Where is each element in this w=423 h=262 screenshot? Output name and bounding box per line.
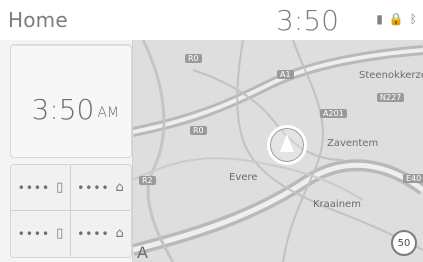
navigation-arrow-icon[interactable] — [267, 125, 307, 165]
tile-dots: •••• — [17, 226, 51, 241]
top-bar: Home 3:50 ▮ 🔒 ᛒ — [0, 0, 423, 41]
speed-limit-badge: 50 — [391, 230, 417, 256]
clock-card[interactable]: 3:50 AM — [10, 44, 132, 158]
tile-dots: •••• — [77, 180, 110, 195]
home-icon: ⌂ — [115, 180, 124, 195]
phone-icon: ▯ — [56, 226, 64, 241]
bluetooth-icon: ᛒ — [409, 12, 417, 26]
clock-ampm: AM — [97, 105, 119, 121]
road-label: R0 — [190, 126, 207, 135]
clock-time: 3:50 AM — [31, 93, 119, 126]
signal-icon: ▮ — [376, 12, 383, 26]
home-screen: Home 3:50 ▮ 🔒 ᛒ 3:50 AM •••• ▯ •••• ⌂ •••… — [0, 0, 423, 262]
tile-dots: •••• — [17, 180, 51, 195]
left-panel: 3:50 AM •••• ▯ •••• ⌂ •••• ▯ •••• ⌂ — [0, 40, 133, 262]
road-label: R0 — [185, 54, 202, 63]
page-title: Home — [8, 8, 68, 32]
road-label: E40 — [403, 174, 423, 183]
place-label: Zaventem — [327, 138, 379, 149]
shortcut-grid: •••• ▯ •••• ⌂ •••• ▯ •••• ⌂ — [10, 164, 132, 258]
phone-icon: ▯ — [56, 180, 64, 195]
place-label: Steenokkerzeel — [359, 70, 423, 81]
tile-dots: •••• — [77, 226, 110, 241]
status-time: 3:50 — [276, 4, 339, 37]
road-label: R2 — [139, 176, 156, 185]
place-label: Evere — [229, 172, 258, 183]
shortcut-tile-4[interactable]: •••• ⌂ — [71, 211, 130, 256]
clock-time-value: 3:50 — [31, 93, 95, 126]
status-icons: ▮ 🔒 ᛒ — [376, 12, 417, 26]
shortcut-tile-1[interactable]: •••• ▯ — [11, 165, 71, 211]
lock-icon: 🔒 — [388, 12, 404, 26]
map-view[interactable]: R0 A1 A201 N227 R0 R2 E40 Steenokkerzeel… — [133, 40, 423, 262]
shortcut-tile-3[interactable]: •••• ▯ — [11, 211, 71, 256]
road-label: A1 — [277, 70, 294, 79]
place-label: Kraainem — [313, 199, 361, 210]
home-icon: ⌂ — [115, 226, 124, 241]
shortcut-tile-2[interactable]: •••• ⌂ — [71, 165, 130, 211]
road-label: A201 — [320, 109, 347, 118]
map-bottom-letter: A — [137, 243, 148, 262]
road-label: N227 — [377, 93, 405, 102]
